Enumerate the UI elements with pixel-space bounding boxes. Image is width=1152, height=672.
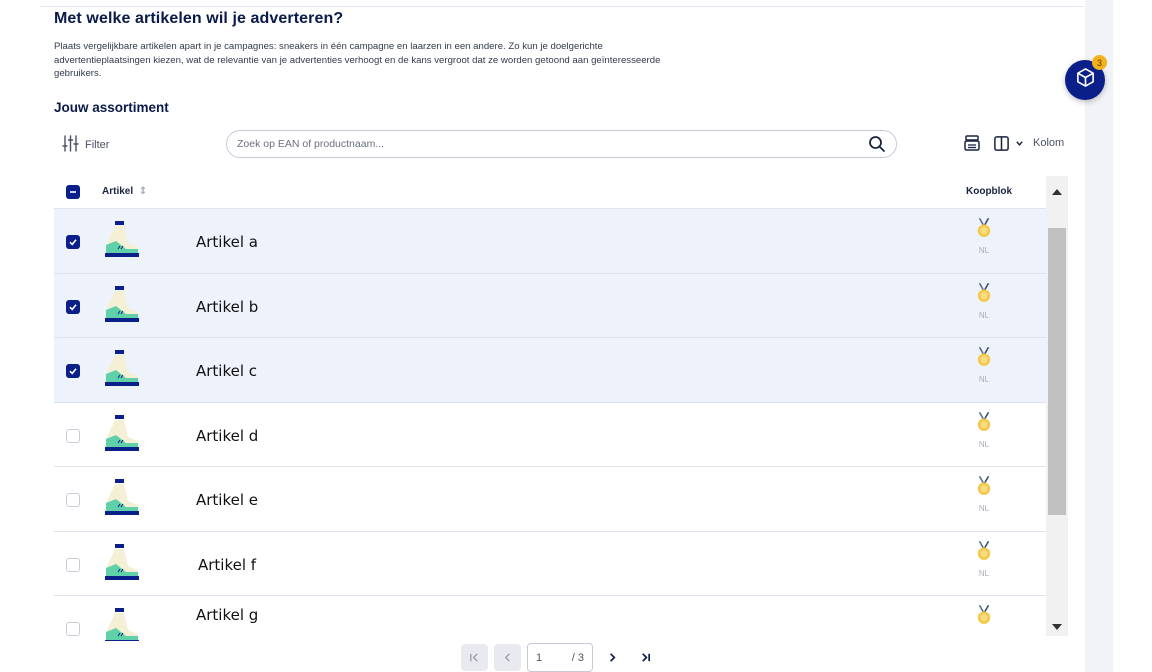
- koopblok-cell: NL: [975, 540, 993, 578]
- current-page: 1: [536, 651, 543, 664]
- scroll-down-icon[interactable]: [1051, 618, 1063, 636]
- description-line: Plaats vergelijkbare artikelen apart in …: [54, 41, 603, 52]
- product-name: Artikel f: [198, 555, 257, 574]
- filter-label: Filter: [85, 139, 110, 151]
- chevron-right-icon: [610, 653, 616, 662]
- koopblok-cell: NL: [975, 217, 993, 255]
- pagination: 1 / 3: [461, 643, 659, 672]
- columns-icon: [993, 135, 1010, 152]
- notification-badge: 3: [1092, 55, 1107, 70]
- right-gutter: [1085, 0, 1113, 672]
- last-page-button[interactable]: [632, 644, 659, 671]
- last-page-icon: [642, 653, 650, 662]
- column-header-label: Artikel: [102, 186, 134, 197]
- page-title: Met welke artikelen wil je adverteren?: [54, 10, 344, 27]
- search-input[interactable]: [237, 138, 868, 150]
- table-row[interactable]: Artikel f NL: [54, 530, 1046, 596]
- section-title: Jouw assortiment: [54, 100, 169, 115]
- filter-sliders-icon: [62, 135, 79, 155]
- koopblok-country: NL: [978, 246, 990, 255]
- row-checkbox[interactable]: [66, 557, 80, 572]
- box-icon: [1075, 67, 1096, 93]
- product-name: Artikel a: [196, 233, 258, 251]
- koopblok-cell: NL: [975, 346, 993, 384]
- koopblok-cell: NL: [975, 282, 993, 320]
- sort-icon: ⇕: [138, 186, 148, 197]
- chevron-left-icon: [504, 653, 510, 662]
- product-name: Artikel g: [196, 606, 259, 624]
- medal-icon: [976, 476, 992, 501]
- row-checkbox[interactable]: [66, 235, 80, 249]
- export-icon[interactable]: [963, 134, 981, 152]
- medal-icon: [976, 282, 992, 308]
- scroll-up-icon[interactable]: [1051, 183, 1063, 201]
- search-icon[interactable]: [868, 135, 886, 153]
- column-header-artikel[interactable]: Artikel ⇕: [102, 186, 147, 197]
- scrollbar-thumb[interactable]: [1048, 228, 1066, 515]
- select-all-checkbox[interactable]: [66, 185, 80, 199]
- row-checkbox[interactable]: [66, 364, 80, 378]
- koopblok-country: NL: [978, 568, 990, 578]
- koopblok-cell: NL: [975, 411, 993, 449]
- koopblok-country: NL: [978, 504, 990, 513]
- page: Met welke artikelen wil je adverteren? P…: [0, 0, 1152, 672]
- row-checkbox[interactable]: [66, 622, 80, 636]
- description-line: gebruikers.: [54, 68, 102, 79]
- table-row[interactable]: Artikel g: [54, 595, 1046, 641]
- column-header-koopblok: Koopblok: [966, 186, 1013, 197]
- table-row[interactable]: Artikel a NL: [54, 208, 1046, 273]
- row-checkbox[interactable]: [66, 299, 80, 314]
- koopblok-cell: NL: [975, 475, 993, 513]
- product-thumbnail: [102, 284, 142, 326]
- next-page-button[interactable]: [599, 644, 626, 671]
- medal-icon: [976, 411, 992, 437]
- product-name: Artikel e: [196, 491, 259, 509]
- table-row[interactable]: Artikel b NL: [54, 272, 1046, 337]
- table-scrollbar[interactable]: [1046, 176, 1068, 636]
- product-table: Artikel ⇕ Koopblok Artikel a NL Artikel …: [54, 176, 1046, 641]
- table-row[interactable]: Artikel c NL: [54, 337, 1046, 402]
- product-name: Artikel d: [196, 426, 259, 445]
- medal-icon: [976, 540, 992, 566]
- columns-label: Kolom: [1033, 137, 1065, 149]
- search-bar[interactable]: [226, 130, 897, 158]
- table-row[interactable]: Artikel e NL: [54, 466, 1046, 531]
- table-header: Artikel ⇕ Koopblok: [54, 176, 1046, 208]
- koopblok-country: NL: [978, 375, 990, 384]
- product-name: Artikel c: [196, 362, 258, 380]
- table-row[interactable]: Artikel d NL: [54, 401, 1046, 467]
- koopblok-country: NL: [978, 439, 990, 449]
- medal-icon: [976, 347, 992, 372]
- koopblok-cell: [975, 604, 993, 631]
- product-thumbnail: [102, 477, 142, 519]
- row-checkbox[interactable]: [66, 493, 80, 507]
- page-number-input[interactable]: 1 / 3: [527, 643, 593, 672]
- total-pages: / 3: [571, 651, 584, 664]
- top-divider: [40, 6, 1084, 7]
- product-thumbnail: [102, 413, 142, 455]
- assistant-fab-button[interactable]: 3: [1065, 55, 1107, 100]
- koopblok-country: NL: [978, 310, 990, 320]
- row-checkbox[interactable]: [66, 428, 80, 443]
- medal-icon: [976, 218, 992, 243]
- first-page-button[interactable]: [461, 644, 488, 671]
- columns-toggle[interactable]: Kolom: [993, 135, 1064, 152]
- page-description: Plaats vergelijkbare artikelen apart in …: [54, 40, 834, 81]
- product-name: Artikel b: [196, 297, 259, 316]
- product-thumbnail: [102, 348, 142, 390]
- previous-page-button[interactable]: [494, 644, 521, 671]
- product-thumbnail: [102, 542, 142, 584]
- product-thumbnail: [102, 606, 142, 641]
- first-page-icon: [470, 653, 478, 662]
- chevron-down-icon: [1015, 139, 1024, 148]
- filter-button[interactable]: Filter: [62, 135, 109, 155]
- table-tools: Kolom: [963, 134, 1064, 152]
- medal-icon: [976, 605, 992, 630]
- description-line: advertentieplaatsingen kiezen, wat de re…: [54, 54, 661, 66]
- product-thumbnail: [102, 219, 142, 261]
